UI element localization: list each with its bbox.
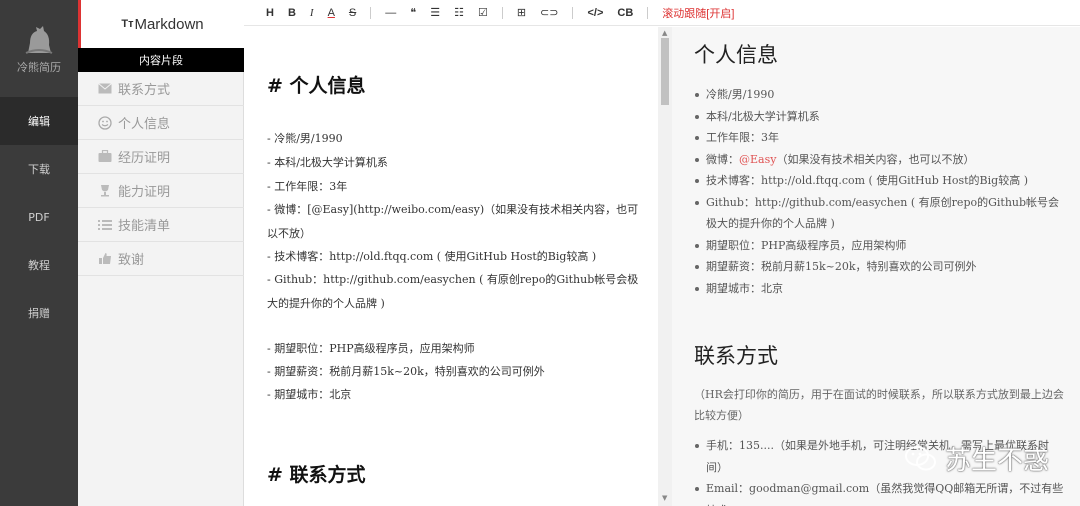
editor-line: - 微博：[@Easy](http://weibo.com/easy)（如果没有…: [267, 203, 639, 240]
list-item: 本科/北极大学计算机系: [694, 106, 1064, 128]
snippet-label: 致谢: [118, 253, 145, 268]
heading-button[interactable]: H: [266, 0, 274, 26]
trophy-icon: [101, 185, 109, 197]
nav-item-pdf[interactable]: PDF: [0, 193, 78, 241]
list-item: 工作年限：3年: [694, 127, 1064, 149]
weibo-suffix: （如果没有技术相关内容，也可以不放）: [776, 152, 975, 166]
preview-heading: 个人信息: [694, 43, 778, 67]
editor-line: - 期望职位：PHP高级程序员，应用架构师: [267, 342, 475, 355]
snippet-label: 联系方式: [118, 83, 171, 98]
list-item: 冷熊/男/1990: [694, 84, 1064, 106]
preview-list: 冷熊/男/1990 本科/北极大学计算机系 工作年限：3年 微博：@Easy（如…: [694, 84, 1064, 299]
app-brand: 冷熊简历: [17, 60, 61, 74]
task-list-button[interactable]: ☑: [478, 0, 488, 26]
snippet-label: 能力证明: [118, 185, 171, 200]
ordered-list-button[interactable]: ☷: [454, 0, 464, 26]
markdown-preview: 个人信息 冷熊/男/1990 本科/北极大学计算机系 工作年限：3年 微博：@E…: [672, 27, 1080, 506]
editor-scrollbar[interactable]: ▲ ▼: [658, 27, 672, 506]
wechat-icon: [905, 445, 936, 470]
code-block-button[interactable]: CB: [617, 0, 633, 26]
sidebar-title-text: Markdown: [134, 15, 204, 33]
app-logo[interactable]: 冷熊简历: [0, 0, 78, 97]
editor-heading: # 个人信息: [267, 75, 366, 97]
scroll-sync-toggle[interactable]: 滚动跟随[开启]: [662, 0, 734, 26]
italic-button[interactable]: I: [310, 0, 314, 26]
table-button[interactable]: ⊞: [517, 0, 526, 26]
bold-button[interactable]: B: [288, 0, 296, 26]
smile-icon: [98, 115, 112, 130]
watermark-text: 苏生不惑: [945, 446, 1050, 476]
toolbar-divider: [370, 6, 372, 19]
weibo-prefix: 微博：: [706, 152, 739, 166]
snippet-skills[interactable]: 技能清单: [78, 208, 244, 242]
watermark: 苏生不惑: [905, 440, 1049, 477]
link-button[interactable]: ⊂⊃: [540, 0, 558, 26]
editor-line: - 期望薪资：税前月薪15k~20k，特别喜欢的公司可例外: [267, 365, 545, 378]
snippet-contact[interactable]: 联系方式: [78, 72, 244, 106]
toolbar-divider: [501, 6, 503, 19]
editor-line: - 工作年限：3年: [267, 180, 348, 193]
toolbar-divider: [572, 6, 574, 19]
editor-toolbar: H B I A S — ❝ ☰ ☷ ☑ ⊞ ⊂⊃ </> CB 滚动跟随[开启]: [244, 0, 1080, 26]
weibo-link[interactable]: @Easy: [739, 153, 776, 166]
hr-button[interactable]: —: [385, 0, 396, 26]
text-format-icon: Tт: [121, 18, 134, 30]
nav-item-edit[interactable]: 编辑: [0, 97, 78, 145]
code-button[interactable]: </>: [587, 0, 603, 26]
toolbar-divider: [647, 6, 649, 19]
snippet-personal-info[interactable]: 个人信息: [78, 106, 244, 140]
preview-heading: 联系方式: [694, 344, 778, 368]
snippet-ability[interactable]: 能力证明: [78, 174, 244, 208]
nav-item-tutorial[interactable]: 教程: [0, 241, 78, 289]
list-icon: [98, 220, 112, 230]
list-item: 期望职位：PHP高级程序员，应用架构师: [694, 235, 1064, 257]
snippet-label: 技能清单: [118, 219, 171, 234]
editor-line: - 冷熊/男/1990: [267, 132, 343, 145]
briefcase-icon: [98, 150, 112, 162]
preview-note: （HR会打印你的简历，用于在面试的时候联系，所以联系方式放到最上边会比较方便）: [694, 388, 1064, 422]
font-color-button[interactable]: A: [328, 0, 335, 26]
app-nav: 冷熊简历 编辑 下载 PDF 教程 捐赠: [0, 0, 78, 506]
strikethrough-button[interactable]: S: [349, 0, 356, 26]
unordered-list-button[interactable]: ☰: [430, 0, 440, 26]
list-item: 期望城市：北京: [694, 278, 1064, 300]
snippet-sidebar: Tт Markdown 内容片段 联系方式 个人信息 经历证明 能力证明 技能清…: [78, 0, 244, 506]
scrollbar-thumb[interactable]: [661, 38, 669, 105]
bear-logo-icon: [25, 25, 53, 54]
list-item: 期望薪资：税前月薪15k~20k，特别喜欢的公司可例外: [694, 256, 1064, 278]
editor-heading: # 联系方式: [267, 464, 366, 486]
list-item: Email：goodman@gmail.com（虽然我觉得QQ邮箱无所谓，不过有…: [694, 478, 1064, 506]
nav-item-donate[interactable]: 捐赠: [0, 289, 78, 337]
scroll-up-icon[interactable]: ▲: [662, 29, 667, 37]
editor-line: - 本科/北极大学计算机系: [267, 156, 388, 169]
snippet-experience[interactable]: 经历证明: [78, 140, 244, 174]
list-item: Github：http://github.com/easychen ( 有原创r…: [694, 192, 1064, 235]
editor-line: - 技术博客：http://old.ftqq.com ( 使用GitHub Ho…: [267, 250, 597, 263]
thumbs-up-icon: [99, 253, 111, 264]
sidebar-section-header: 内容片段: [78, 48, 244, 72]
envelope-icon: [98, 83, 112, 94]
scroll-down-icon[interactable]: ▼: [662, 494, 667, 502]
list-item-weibo: 微博：@Easy（如果没有技术相关内容，也可以不放）: [694, 149, 1064, 171]
list-item: 技术博客：http://old.ftqq.com ( 使用GitHub Host…: [694, 170, 1064, 192]
editor-line: - Github：http://github.com/easychen ( 有原…: [267, 273, 639, 310]
quote-button[interactable]: ❝: [410, 0, 416, 26]
markdown-editor[interactable]: # 个人信息 - 冷熊/男/1990 - 本科/北极大学计算机系 - 工作年限：…: [244, 27, 658, 506]
nav-item-download[interactable]: 下载: [0, 145, 78, 193]
snippet-label: 经历证明: [118, 151, 171, 166]
sidebar-title: Tт Markdown: [78, 0, 244, 48]
snippet-thanks[interactable]: 致谢: [78, 242, 244, 276]
snippet-label: 个人信息: [118, 117, 171, 132]
editor-line: - 期望城市：北京: [267, 388, 352, 401]
